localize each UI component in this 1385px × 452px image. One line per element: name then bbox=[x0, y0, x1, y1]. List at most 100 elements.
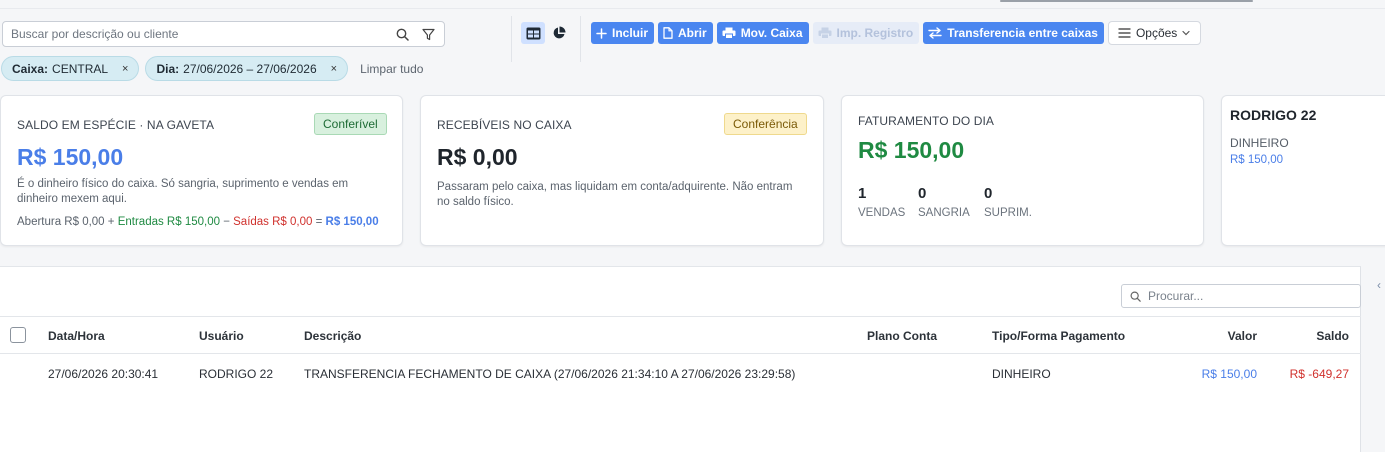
formula-entradas: Entradas R$ 150,00 bbox=[117, 216, 220, 228]
pie-chart-icon bbox=[553, 26, 566, 39]
plus-icon bbox=[596, 27, 607, 39]
card-recebiveis: RECEBÍVEIS NO CAIXA Conferência R$ 0,00 … bbox=[420, 95, 824, 246]
opcoes-label: Opções bbox=[1135, 26, 1178, 40]
toolbar-divider-2 bbox=[580, 16, 581, 62]
card-title: SALDO EM ESPÉCIE · NA GAVETA bbox=[17, 118, 215, 132]
mov-caixa-button[interactable]: Mov. Caixa bbox=[716, 22, 809, 44]
stat-number: 0 bbox=[918, 185, 927, 202]
chip-label: Caixa: bbox=[12, 61, 49, 76]
menu-icon bbox=[1118, 28, 1131, 38]
cell-descricao: TRANSFERENCIA FECHAMENTO DE CAIXA (27/06… bbox=[304, 367, 796, 381]
column-valor[interactable]: Valor bbox=[1228, 329, 1257, 343]
abrir-label: Abrir bbox=[678, 26, 707, 40]
close-icon[interactable]: × bbox=[122, 63, 128, 75]
card-value: R$ 0,00 bbox=[437, 144, 518, 170]
filter-chip-dia[interactable]: Dia: 27/06/2026 – 27/06/2026 × bbox=[145, 56, 349, 81]
stat-label: VENDAS bbox=[858, 207, 906, 219]
payment-method: DINHEIRO bbox=[1230, 136, 1289, 150]
user-name: RODRIGO 22 bbox=[1230, 107, 1317, 123]
column-data-hora[interactable]: Data/Hora bbox=[48, 329, 105, 343]
active-filters: Caixa: CENTRAL × Dia: 27/06/2026 – 27/06… bbox=[1, 56, 423, 81]
card-title: RECEBÍVEIS NO CAIXA bbox=[437, 118, 572, 132]
card-faturamento: FATURAMENTO DO DIA R$ 150,00 1 VENDAS 0 … bbox=[841, 95, 1204, 246]
card-value: R$ 150,00 bbox=[858, 137, 965, 163]
description-line: dinheiro mexem aqui. bbox=[17, 193, 127, 205]
formula-saidas: Saídas R$ 0,00 bbox=[233, 216, 313, 228]
table-icon bbox=[526, 27, 540, 39]
search-icon[interactable] bbox=[392, 24, 412, 44]
abrir-button[interactable]: Abrir bbox=[658, 22, 713, 44]
file-icon bbox=[663, 27, 673, 39]
cell-tipo: DINHEIRO bbox=[992, 367, 1051, 381]
table-header: Data/Hora Usuário Descrição Plano Conta … bbox=[0, 316, 1361, 354]
faturamento-stats: 1 VENDAS 0 SANGRIA 0 SUPRIM. bbox=[858, 185, 1044, 219]
column-descricao[interactable]: Descrição bbox=[304, 329, 361, 343]
chip-value: CENTRAL bbox=[52, 61, 109, 76]
imp-registro-button[interactable]: Imp. Registro bbox=[812, 22, 920, 44]
formula-minus: − bbox=[223, 216, 230, 228]
saldo-formula: Abertura R$ 0,00 + Entradas R$ 150,00 − … bbox=[17, 216, 379, 228]
stat-number: 0 bbox=[984, 185, 993, 202]
chip-value: 27/06/2026 – 27/06/2026 bbox=[183, 61, 317, 76]
payment-amount: R$ 150,00 bbox=[1230, 154, 1284, 166]
mov-caixa-label: Mov. Caixa bbox=[740, 26, 803, 40]
search-icon bbox=[1126, 291, 1144, 302]
movements-panel: Data/Hora Usuário Descrição Plano Conta … bbox=[0, 266, 1361, 452]
card-title: FATURAMENTO DO DIA bbox=[858, 114, 995, 128]
cell-data-hora: 27/06/2026 20:30:41 bbox=[48, 367, 159, 381]
column-saldo[interactable]: Saldo bbox=[1316, 329, 1349, 343]
description-line: É o dinheiro físico do caixa. Só sangria… bbox=[17, 178, 349, 190]
opcoes-button[interactable]: Opções bbox=[1107, 21, 1202, 45]
action-toolbar: Incluir Abrir Mov. Caixa Imp. Registro T… bbox=[591, 21, 1202, 45]
chevron-down-icon bbox=[1182, 30, 1190, 36]
transferencia-button[interactable]: Transferencia entre caixas bbox=[923, 22, 1104, 44]
card-description: É o dinheiro físico do caixa. Só sangria… bbox=[17, 177, 348, 207]
column-plano-conta[interactable]: Plano Conta bbox=[867, 329, 937, 343]
select-all-checkbox[interactable] bbox=[10, 327, 26, 343]
printer-icon bbox=[722, 27, 736, 39]
transferencia-label: Transferencia entre caixas bbox=[947, 26, 1098, 40]
table-search-box[interactable] bbox=[1121, 284, 1361, 308]
view-toggle[interactable] bbox=[521, 22, 571, 44]
table-search-input[interactable] bbox=[1144, 289, 1360, 303]
column-usuario[interactable]: Usuário bbox=[199, 329, 244, 343]
description-line: Passaram pelo caixa, mas liquidam em con… bbox=[437, 181, 793, 193]
column-tipo-forma-pagamento[interactable]: Tipo/Forma Pagamento bbox=[992, 329, 1125, 343]
clear-filters-link[interactable]: Limpar tudo bbox=[360, 62, 423, 76]
status-badge: Conferência bbox=[724, 113, 807, 135]
stat-sangria: 0 SANGRIA bbox=[918, 185, 984, 219]
stat-suprimento: 0 SUPRIM. bbox=[984, 185, 1044, 219]
stat-number: 1 bbox=[858, 185, 867, 202]
cell-valor: R$ 150,00 bbox=[1201, 367, 1257, 381]
collapse-panel-icon[interactable]: ‹ bbox=[1377, 278, 1381, 292]
formula-total: R$ 150,00 bbox=[325, 216, 379, 228]
table-view-button[interactable] bbox=[521, 22, 545, 44]
description-line: no saldo físico. bbox=[437, 196, 514, 208]
stat-vendas: 1 VENDAS bbox=[858, 185, 918, 219]
imp-registro-label: Imp. Registro bbox=[836, 26, 914, 40]
filter-chip-caixa[interactable]: Caixa: CENTRAL × bbox=[1, 56, 140, 81]
status-badge: Conferível bbox=[314, 113, 387, 135]
toolbar-divider bbox=[511, 16, 512, 62]
table-row[interactable]: 27/06/2026 20:30:41 RODRIGO 22 TRANSFERE… bbox=[0, 354, 1361, 394]
card-description: Passaram pelo caixa, mas liquidam em con… bbox=[437, 180, 792, 210]
top-strip bbox=[0, 0, 1385, 9]
printer-icon bbox=[818, 27, 831, 39]
formula-equals: = bbox=[315, 216, 323, 228]
search-box[interactable] bbox=[2, 21, 445, 47]
incluir-label: Incluir bbox=[612, 26, 649, 40]
close-icon[interactable]: × bbox=[331, 63, 337, 75]
cell-saldo: R$ -649,27 bbox=[1289, 367, 1349, 381]
card-saldo-especie: SALDO EM ESPÉCIE · NA GAVETA Conferível … bbox=[0, 95, 403, 246]
search-input[interactable] bbox=[3, 22, 392, 46]
swap-arrows-icon bbox=[928, 27, 942, 39]
cell-usuario: RODRIGO 22 bbox=[199, 367, 274, 381]
stat-label: SUPRIM. bbox=[984, 207, 1032, 219]
incluir-button[interactable]: Incluir bbox=[591, 22, 655, 44]
formula-abertura: Abertura R$ 0,00 + bbox=[17, 216, 115, 228]
chart-view-button[interactable] bbox=[547, 22, 571, 44]
chip-label: Dia: bbox=[156, 61, 180, 76]
stat-label: SANGRIA bbox=[918, 207, 970, 219]
card-value: R$ 150,00 bbox=[17, 144, 124, 170]
filter-icon[interactable] bbox=[418, 24, 438, 44]
